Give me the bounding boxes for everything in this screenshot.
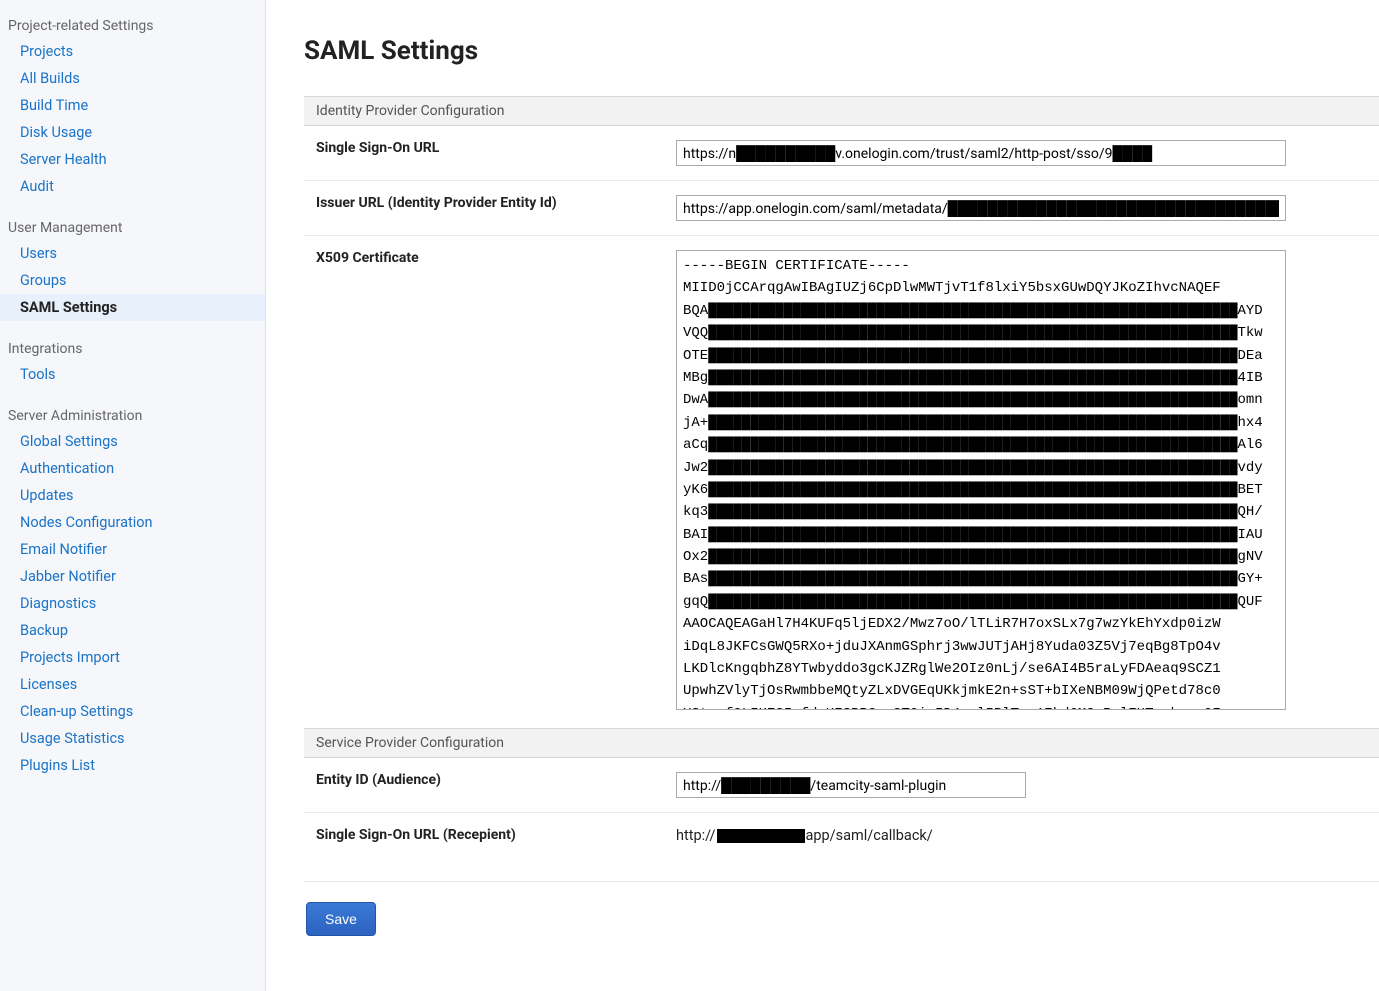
label-x509-cert: X509 Certificate [316, 250, 676, 266]
row-entity-id: Entity ID (Audience) [304, 758, 1379, 813]
sidebar-item-global-settings[interactable]: Global Settings [0, 428, 265, 455]
label-sp-sso-url: Single Sign-On URL (Recepient) [316, 827, 676, 843]
input-entity-id[interactable] [676, 772, 1026, 798]
sidebar-item-diagnostics[interactable]: Diagnostics [0, 590, 265, 617]
sidebar-section-server-admin: Server Administration Global Settings Au… [0, 404, 265, 779]
sidebar-item-licenses[interactable]: Licenses [0, 671, 265, 698]
label-sso-url: Single Sign-On URL [316, 140, 676, 156]
sidebar-item-nodes-config[interactable]: Nodes Configuration [0, 509, 265, 536]
sidebar-item-email-notifier[interactable]: Email Notifier [0, 536, 265, 563]
sidebar-item-cleanup-settings[interactable]: Clean-up Settings [0, 698, 265, 725]
sidebar-section-user-mgmt: User Management Users Groups SAML Settin… [0, 216, 265, 321]
sidebar-item-server-health[interactable]: Server Health [0, 146, 265, 173]
sidebar-item-authentication[interactable]: Authentication [0, 455, 265, 482]
textarea-x509-cert[interactable] [676, 250, 1286, 710]
sidebar-section-project: Project-related Settings Projects All Bu… [0, 14, 265, 200]
sidebar-item-projects[interactable]: Projects [0, 38, 265, 65]
sidebar-section-title: Project-related Settings [0, 14, 265, 38]
sidebar-section-title: Integrations [0, 337, 265, 361]
label-issuer-url: Issuer URL (Identity Provider Entity Id) [316, 195, 676, 211]
sidebar-item-all-builds[interactable]: All Builds [0, 65, 265, 92]
redacted-host [717, 829, 805, 843]
sidebar-item-plugins-list[interactable]: Plugins List [0, 752, 265, 779]
main-content: SAML Settings Identity Provider Configur… [266, 0, 1379, 991]
page-title: SAML Settings [304, 36, 1379, 66]
row-issuer-url: Issuer URL (Identity Provider Entity Id) [304, 181, 1379, 236]
sidebar-section-title: User Management [0, 216, 265, 240]
sidebar-item-projects-import[interactable]: Projects Import [0, 644, 265, 671]
sidebar-item-groups[interactable]: Groups [0, 267, 265, 294]
idp-section-header: Identity Provider Configuration [304, 96, 1379, 126]
sidebar-item-updates[interactable]: Updates [0, 482, 265, 509]
label-entity-id: Entity ID (Audience) [316, 772, 676, 788]
sp-sso-url-value: http://app/saml/callback/ [676, 827, 933, 844]
sidebar-item-saml-settings[interactable]: SAML Settings [0, 294, 265, 321]
save-button[interactable]: Save [306, 902, 376, 936]
sidebar-item-usage-statistics[interactable]: Usage Statistics [0, 725, 265, 752]
row-sp-sso-url: Single Sign-On URL (Recepient) http://ap… [304, 813, 1379, 858]
sidebar-section-integrations: Integrations Tools [0, 337, 265, 388]
sidebar-item-users[interactable]: Users [0, 240, 265, 267]
sidebar-item-build-time[interactable]: Build Time [0, 92, 265, 119]
sp-section-header: Service Provider Configuration [304, 728, 1379, 758]
sidebar-item-tools[interactable]: Tools [0, 361, 265, 388]
sidebar-item-backup[interactable]: Backup [0, 617, 265, 644]
row-sso-url: Single Sign-On URL [304, 126, 1379, 181]
sidebar-section-title: Server Administration [0, 404, 265, 428]
spacer [304, 858, 1379, 882]
sidebar-item-audit[interactable]: Audit [0, 173, 265, 200]
input-sso-url[interactable] [676, 140, 1286, 166]
sidebar-item-jabber-notifier[interactable]: Jabber Notifier [0, 563, 265, 590]
input-issuer-url[interactable] [676, 195, 1286, 221]
sidebar: Project-related Settings Projects All Bu… [0, 0, 266, 991]
row-x509-cert: X509 Certificate [304, 236, 1379, 728]
sidebar-item-disk-usage[interactable]: Disk Usage [0, 119, 265, 146]
